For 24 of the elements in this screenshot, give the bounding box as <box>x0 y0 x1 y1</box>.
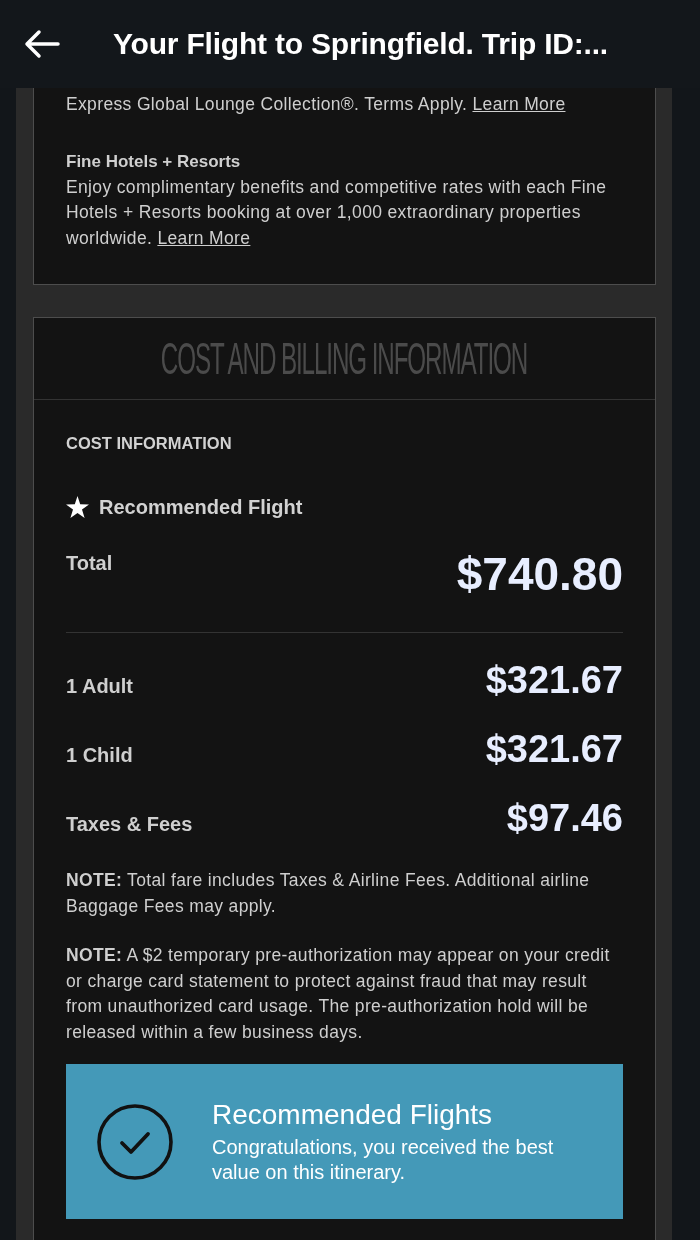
benefit-description: Enjoy complimentary benefits and competitive rates with each Fine Hotels + Resorts booking at over 1,000 extraordinary properties worldwide. Learn More <box>66 175 608 250</box>
total-amount: $740.80 <box>456 548 623 600</box>
price-label: Taxes & Fees <box>66 812 193 837</box>
price-label: 1 Adult <box>66 674 134 699</box>
cost-section-label: COST INFORMATION <box>66 433 233 453</box>
back-arrow-icon[interactable] <box>24 29 60 59</box>
learn-more-link[interactable]: Learn More <box>472 94 566 114</box>
price-label: 1 Child <box>66 743 133 768</box>
learn-more-link[interactable]: Learn More <box>157 227 251 248</box>
banner-title: Recommended Flights <box>212 1098 494 1132</box>
benefit-description: Express Global Lounge Collection®. Terms Apply. Learn More <box>66 93 567 116</box>
banner-message: Congratulations, you received the best value on this itinerary. <box>212 1135 555 1185</box>
price-amount: $321.67 <box>485 658 623 702</box>
check-circle-icon <box>97 1103 173 1180</box>
page-title: Your Flight to Springfield. Trip ID:... <box>113 26 608 62</box>
fare-note: NOTE: Total fare includes Taxes & Airline Fees. Additional airline Baggage Fees may apply. <box>66 869 591 918</box>
recommended-label: Recommended Flight <box>99 495 303 520</box>
total-label: Total <box>66 551 113 576</box>
price-amount: $321.67 <box>485 727 623 771</box>
star-icon <box>66 496 89 518</box>
price-amount: $97.46 <box>506 796 623 840</box>
benefit-title: Fine Hotels + Resorts <box>66 150 242 173</box>
billing-heading: COST AND BILLING INFORMATION <box>161 336 528 381</box>
fare-note: NOTE: A $2 temporary pre-authorization may appear on your credit or charge card statement to protect against fraud that may result from unauthorized card usage. The pre-authorization hold will be released within a few business days. <box>66 944 611 1044</box>
